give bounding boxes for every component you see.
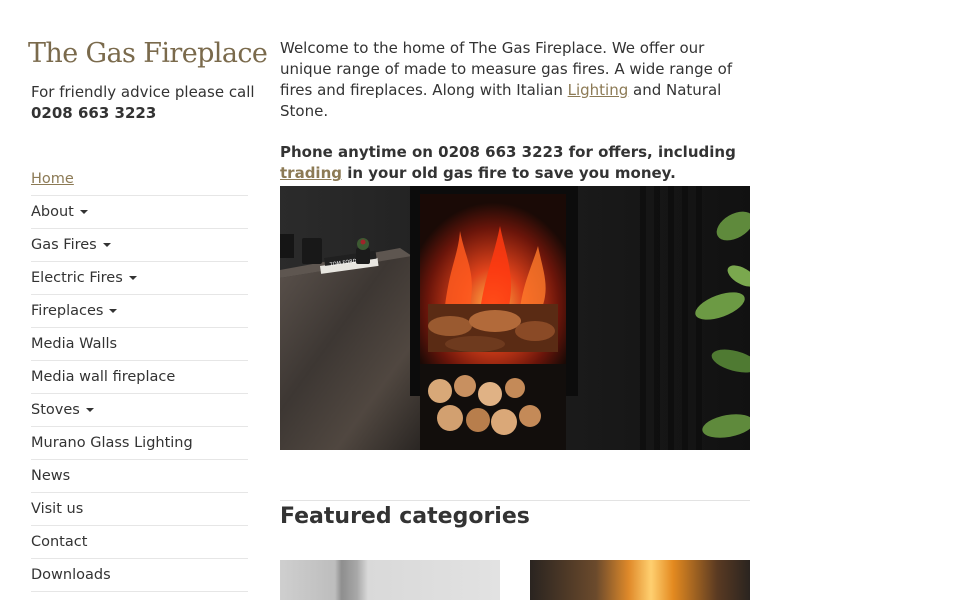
offer-text: Phone anytime on 0208 663 3223 for offer…: [280, 143, 736, 161]
candle-holder-2: [302, 238, 322, 264]
nav-label: Contact: [31, 534, 88, 550]
nav-item-murano-glass-lighting[interactable]: Murano Glass Lighting: [31, 427, 248, 460]
nav-label: Media wall fireplace: [31, 369, 176, 385]
offer-paragraph: Phone anytime on 0208 663 3223 for offer…: [280, 142, 750, 184]
plant-flower: [360, 239, 366, 245]
nav-item-stoves[interactable]: Stoves: [31, 394, 248, 427]
nav-item-home[interactable]: Home: [31, 163, 248, 196]
caret-down-icon: [102, 243, 111, 247]
featured-category-card-1[interactable]: [280, 560, 500, 600]
nav-item-media-walls[interactable]: Media Walls: [31, 328, 248, 361]
site-logo[interactable]: The Gas Fireplace: [28, 36, 268, 72]
nav-item-fireplaces[interactable]: Fireplaces: [31, 295, 248, 328]
sidebar: The Gas Fireplace For friendly advice pl…: [28, 36, 268, 124]
fireplace-illustration: TOM FORD: [280, 186, 750, 450]
nav-label: Media Walls: [31, 336, 118, 352]
log-store: [420, 364, 566, 450]
nav-item-about[interactable]: About: [31, 196, 248, 229]
nav-label: Downloads: [31, 567, 111, 583]
nav-label: Fireplaces: [31, 303, 104, 319]
caret-down-icon: [109, 309, 118, 313]
candle-holder: [280, 234, 294, 258]
advice-text: For friendly advice please call: [31, 83, 255, 101]
nav-item-gas-fires[interactable]: Gas Fires: [31, 229, 248, 262]
trading-link[interactable]: trading: [280, 164, 342, 182]
nav-item-news[interactable]: News: [31, 460, 248, 493]
plant-pot: [356, 248, 370, 264]
nav-label: Visit us: [31, 501, 84, 517]
nav-label: Home: [31, 171, 74, 187]
featured-category-card-2[interactable]: [530, 560, 750, 600]
featured-categories-heading: Featured categories: [280, 504, 530, 529]
caret-down-icon: [128, 276, 137, 280]
hero-image: TOM FORD: [280, 186, 750, 450]
nav-item-visit-us[interactable]: Visit us: [31, 493, 248, 526]
contact-advice: For friendly advice please call 0208 663…: [31, 82, 255, 124]
nav-item-electric-fires[interactable]: Electric Fires: [31, 262, 248, 295]
nav-label: News: [31, 468, 71, 484]
section-divider: [280, 500, 750, 501]
lighting-link[interactable]: Lighting: [568, 81, 629, 99]
nav-label: Electric Fires: [31, 270, 123, 286]
nav-item-contact[interactable]: Contact: [31, 526, 248, 559]
nav-label: Stoves: [31, 402, 80, 418]
nav-item-media-wall-fireplace[interactable]: Media wall fireplace: [31, 361, 248, 394]
caret-down-icon: [79, 210, 88, 214]
intro-paragraph: Welcome to the home of The Gas Fireplace…: [280, 38, 750, 122]
nav-label: Murano Glass Lighting: [31, 435, 193, 451]
nav-item-downloads[interactable]: Downloads: [31, 559, 248, 592]
main-nav: Home About Gas Fires Electric Fires Fire…: [31, 163, 248, 592]
nav-label: Gas Fires: [31, 237, 97, 253]
offer-text-end: in your old gas fire to save you money.: [342, 164, 676, 182]
main-content: Welcome to the home of The Gas Fireplace…: [280, 38, 750, 184]
stone-bench: [280, 256, 420, 450]
caret-down-icon: [85, 408, 94, 412]
burning-logs: [428, 304, 558, 352]
phone-number[interactable]: 0208 663 3223: [31, 103, 248, 124]
nav-label: About: [31, 204, 74, 220]
